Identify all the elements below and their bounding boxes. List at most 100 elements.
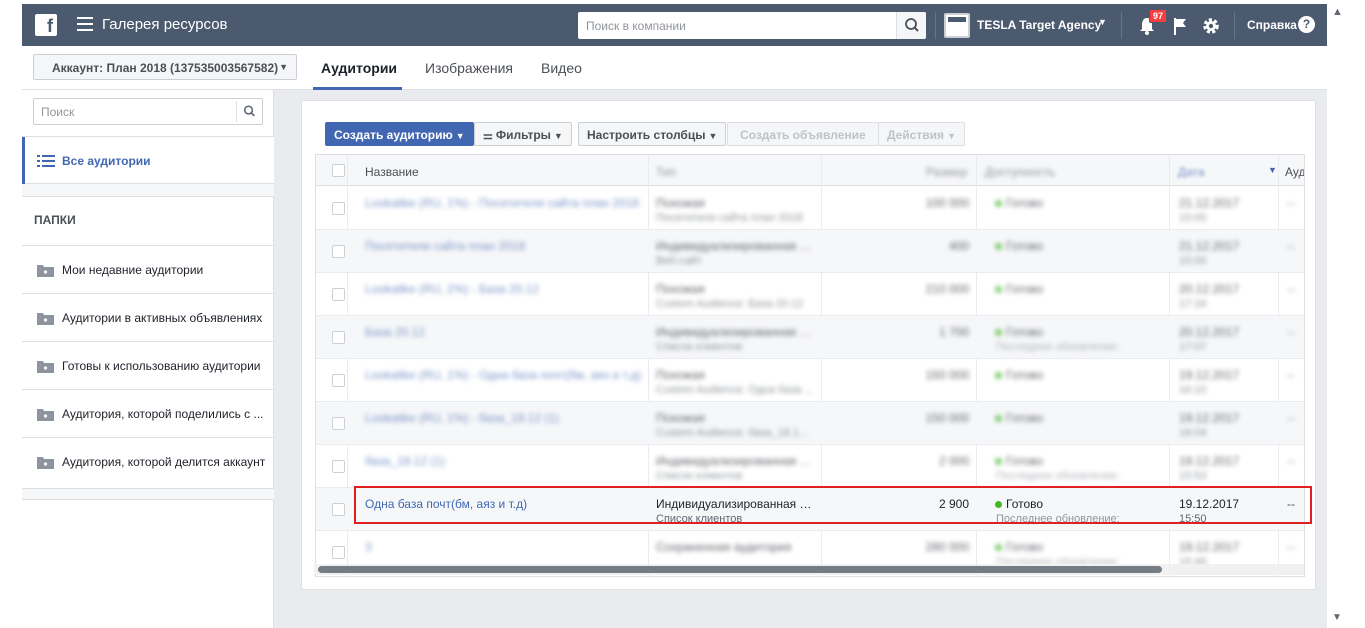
sidebar-item-all-audiences[interactable]: Все аудитории xyxy=(22,136,274,185)
row-checkbox[interactable] xyxy=(332,374,345,387)
sidebar: Все аудитории ПАПКИ Мои недавние аудитор… xyxy=(22,90,274,628)
audience-type: Индивидуализированная а... xyxy=(656,454,816,468)
audience-name-link[interactable]: Lookalike (RU, 2%) - База 20.12 xyxy=(365,282,645,296)
top-navigation-bar: f Галерея ресурсов TESLA Target Agency ▼… xyxy=(22,4,1327,46)
created-time: 16:04 xyxy=(1179,427,1207,439)
account-selector[interactable]: Аккаунт: План 2018 (137535003567582) ▼ xyxy=(33,54,297,80)
sidebar-folder-active-ads[interactable]: Аудитории в активных объявлениях xyxy=(22,293,274,341)
columns-button[interactable]: Настроить столбцы ▼ xyxy=(578,122,727,146)
audience-name-link[interactable]: База 20.12 xyxy=(365,325,645,339)
account-selector-label: Аккаунт: План 2018 (137535003567582) xyxy=(52,61,279,75)
availability-note: Последнее обновление: xyxy=(996,341,1120,353)
table-row[interactable]: Lookalike (RU, 1%) - Одна база почт(бм, … xyxy=(316,359,1304,402)
table-row[interactable]: Lookalike (RU, 2%) - База 20.12 Похожая Cu… xyxy=(316,273,1304,316)
row-checkbox[interactable] xyxy=(332,331,345,344)
chevron-down-icon: ▼ xyxy=(947,131,956,141)
active-tab-indicator xyxy=(313,87,402,90)
row-checkbox[interactable] xyxy=(332,460,345,473)
sidebar-folder-shared-by[interactable]: Аудитория, которой делится аккаунт xyxy=(22,437,274,485)
notifications-badge: 97 xyxy=(1149,9,1168,23)
created-date: 19.12.2017 xyxy=(1179,368,1240,382)
topbar-divider xyxy=(1121,12,1122,39)
row-checkbox[interactable] xyxy=(332,288,345,301)
chevron-down-icon[interactable]: ▼ xyxy=(1098,17,1107,27)
tab-video[interactable]: Видео xyxy=(541,60,582,76)
chevron-down-icon: ▼ xyxy=(455,131,465,141)
business-name[interactable]: TESLA Target Agency xyxy=(977,18,1101,32)
audience-name-link[interactable]: Lookalike (RU, 1%) - Посетители сайта пл… xyxy=(365,196,645,210)
created-date: 19.12.2017 xyxy=(1179,540,1240,554)
column-header-type[interactable]: Тип xyxy=(656,165,676,179)
help-link[interactable]: Справка xyxy=(1247,18,1297,32)
tab-images[interactable]: Изображения xyxy=(425,60,513,76)
table-row[interactable]: Посетители сайта план 2018 Индивидуализир… xyxy=(316,230,1304,273)
sidebar-folder-label: Готовы к использованию аудитории xyxy=(62,359,261,373)
sidebar-folder-ready[interactable]: Готовы к использованию аудитории xyxy=(22,341,274,389)
created-date: 20.12.2017 xyxy=(1179,325,1240,339)
actions-button[interactable]: Действия ▼ xyxy=(878,122,965,146)
sidebar-spacer xyxy=(22,184,274,197)
scroll-up-arrow-icon[interactable]: ▲ xyxy=(1332,6,1343,18)
audience-type: Похожая xyxy=(656,368,705,382)
audience-size: 400 xyxy=(948,239,969,253)
app-title[interactable]: Галерея ресурсов xyxy=(102,16,228,33)
gear-icon[interactable] xyxy=(1200,15,1222,37)
company-search xyxy=(578,12,926,39)
audience-size: 1 700 xyxy=(938,325,969,339)
row-checkbox[interactable] xyxy=(332,202,345,215)
sidebar-search-input[interactable] xyxy=(34,99,234,124)
row-checkbox[interactable] xyxy=(332,546,345,559)
column-header-availability[interactable]: Доступность xyxy=(985,165,1055,179)
row-checkbox[interactable] xyxy=(332,245,345,258)
menu-icon[interactable] xyxy=(77,17,93,31)
table-row[interactable]: Lookalike (RU, 1%) - Посетители сайта пл… xyxy=(316,187,1304,230)
row-checkbox[interactable] xyxy=(332,417,345,430)
filters-button[interactable]: ⚌ Фильтры ▼ xyxy=(474,122,572,146)
audience-name-link[interactable]: база_18.12 (1) xyxy=(365,454,645,468)
audience-subtype: Custom Audience: Одна база ... xyxy=(656,384,814,396)
facebook-logo-icon[interactable]: f xyxy=(35,14,57,36)
table-row[interactable]: база_18.12 (1) Индивидуализированная а...… xyxy=(316,445,1304,488)
audience-name-link[interactable]: Lookalike (RU, 1%) - база_18.12 (1) xyxy=(365,411,645,425)
audience-type: Индивидуализированная а... xyxy=(656,239,816,253)
audience-name-link[interactable]: Lookalike (RU, 1%) - Одна база почт(бм, … xyxy=(365,368,645,382)
audience-subtype: Custom Audience: База 20.12 xyxy=(656,298,804,310)
folder-icon xyxy=(37,409,54,421)
horizontal-scrollbar-thumb[interactable] xyxy=(318,566,1162,573)
select-all-checkbox[interactable] xyxy=(332,164,345,177)
row-checkbox[interactable] xyxy=(332,503,345,516)
sort-desc-icon[interactable]: ▼ xyxy=(1268,165,1277,175)
created-time: 15:00 xyxy=(1179,255,1207,267)
chevron-down-icon: ▼ xyxy=(279,62,288,72)
audience-size: 150 000 xyxy=(925,411,969,425)
audience-name-link[interactable]: 3 xyxy=(365,540,645,554)
sidebar-folder-recent[interactable]: Мои недавние аудитории xyxy=(22,245,274,293)
table-row[interactable]: Lookalike (RU, 1%) - база_18.12 (1) Похож… xyxy=(316,402,1304,445)
audience-size: 100 000 xyxy=(925,196,969,210)
folder-icon xyxy=(37,361,54,373)
help-icon[interactable]: ? xyxy=(1298,16,1315,33)
column-header-audience[interactable]: Ауд xyxy=(1285,165,1304,179)
table-row[interactable]: База 20.12 Индивидуализированная а... Спис… xyxy=(316,316,1304,359)
column-header-name[interactable]: Название xyxy=(365,165,419,179)
vertical-scrollbar[interactable] xyxy=(1327,0,1365,628)
column-header-date[interactable]: Дата xyxy=(1178,165,1205,179)
create-audience-button[interactable]: Создать аудиторию ▼ xyxy=(325,122,474,146)
create-ad-button[interactable]: Создать объявление xyxy=(727,122,879,146)
audience-size: 2 000 xyxy=(938,454,969,468)
flag-icon[interactable] xyxy=(1172,17,1188,35)
column-header-size[interactable]: Размер xyxy=(926,165,967,179)
filter-icon: ⚌ xyxy=(483,130,493,142)
created-date: 21.12.2017 xyxy=(1179,239,1240,253)
search-icon[interactable] xyxy=(236,101,262,122)
created-time: 17:07 xyxy=(1179,341,1207,353)
sidebar-folder-shared-with[interactable]: Аудитория, которой поделились с ... xyxy=(22,389,274,437)
tab-audiences[interactable]: Аудитории xyxy=(321,60,397,76)
create-audience-label: Создать аудиторию xyxy=(334,128,453,142)
company-search-button[interactable] xyxy=(896,12,926,39)
company-search-input[interactable] xyxy=(578,12,894,39)
audience-name-link[interactable]: Посетители сайта план 2018 xyxy=(365,239,645,253)
scroll-down-arrow-icon[interactable]: ▼ xyxy=(1332,612,1342,623)
sidebar-spacer xyxy=(22,488,274,500)
business-avatar[interactable] xyxy=(944,13,970,38)
